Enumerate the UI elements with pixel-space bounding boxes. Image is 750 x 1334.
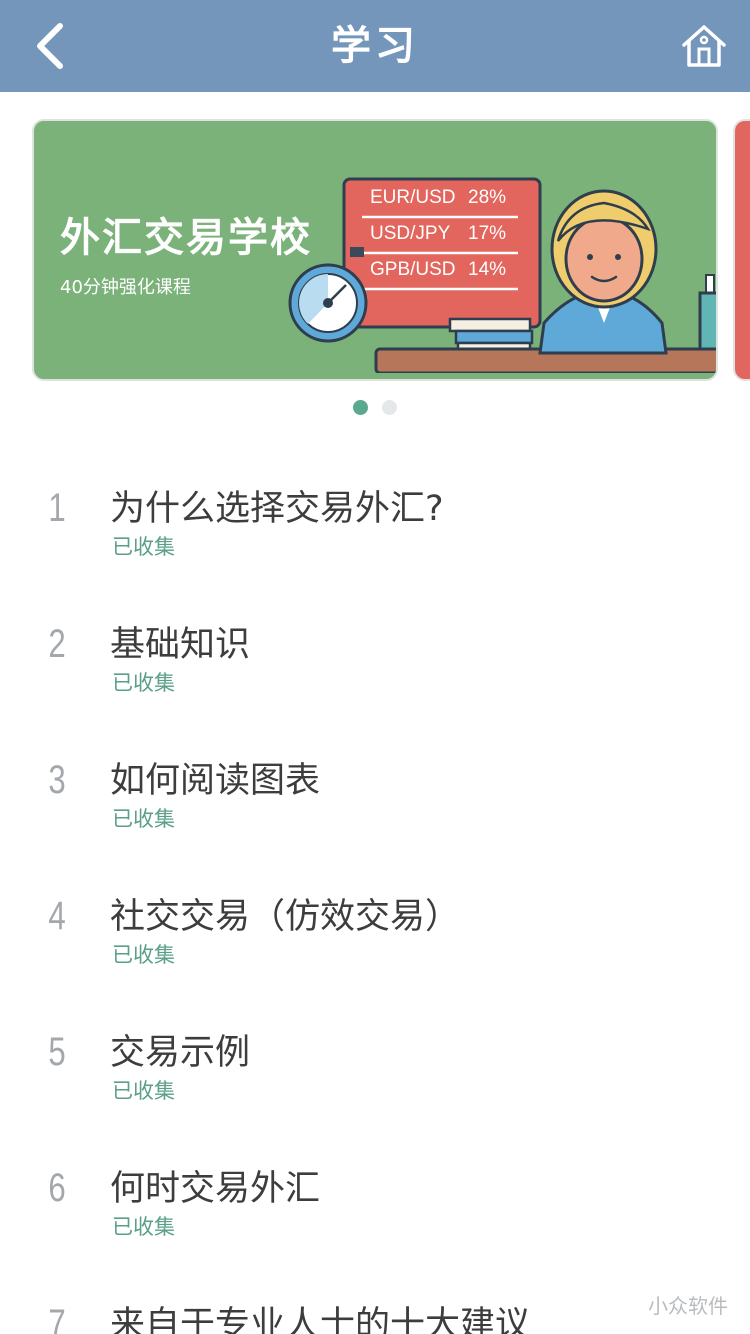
lesson-status: 已收集 bbox=[112, 1215, 175, 1239]
home-button[interactable] bbox=[674, 16, 734, 76]
chevron-left-icon bbox=[37, 23, 63, 69]
rate-pair: GPB/USD bbox=[370, 259, 456, 280]
rate-pair: USD/JPY bbox=[370, 223, 451, 244]
lesson-title: 交易示例 bbox=[110, 1033, 251, 1073]
lesson-item[interactable]: 2 基础知识 已收集 bbox=[0, 572, 750, 708]
lesson-status: 已收集 bbox=[112, 1079, 175, 1103]
lesson-item[interactable]: 1 为什么选择交易外汇? 已收集 bbox=[0, 436, 750, 572]
watermark: 小众软件 bbox=[648, 1294, 728, 1318]
lesson-number: 1 bbox=[48, 486, 66, 530]
lesson-number: 2 bbox=[48, 622, 66, 666]
banner-title: 外汇交易学校 bbox=[60, 215, 312, 261]
lesson-number: 6 bbox=[48, 1166, 66, 1210]
lesson-list: 1 为什么选择交易外汇? 已收集 2 基础知识 已收集 3 如何阅读图表 已收集… bbox=[0, 436, 750, 1334]
banner-subtitle: 40分钟强化课程 bbox=[60, 277, 191, 298]
lesson-item[interactable]: 3 如何阅读图表 已收集 bbox=[0, 708, 750, 844]
lesson-item[interactable]: 4 社交交易（仿效交易） 已收集 bbox=[0, 844, 750, 980]
page-dot[interactable] bbox=[382, 400, 397, 415]
lesson-status: 已收集 bbox=[112, 943, 175, 967]
course-banner[interactable]: 外汇交易学校 40分钟强化课程 EUR/USD 28% USD/JPY 17% … bbox=[32, 119, 718, 381]
carousel-indicator bbox=[0, 400, 750, 416]
banner-carousel[interactable]: 外汇交易学校 40分钟强化课程 EUR/USD 28% USD/JPY 17% … bbox=[0, 92, 750, 432]
trading-teacher-illustration: EUR/USD 28% USD/JPY 17% GPB/USD 14% bbox=[288, 177, 716, 373]
lesson-title: 来自于专业人士的十大建议 bbox=[110, 1305, 531, 1334]
lesson-number: 3 bbox=[48, 758, 66, 802]
next-banner-peek[interactable] bbox=[733, 119, 750, 381]
home-icon bbox=[682, 25, 726, 67]
page-title: 学习 bbox=[331, 23, 419, 69]
lesson-title: 如何阅读图表 bbox=[110, 761, 321, 801]
lesson-number: 5 bbox=[48, 1030, 66, 1074]
teacher-avatar bbox=[538, 189, 668, 355]
lesson-title: 社交交易（仿效交易） bbox=[110, 897, 461, 937]
lesson-title: 为什么选择交易外汇? bbox=[110, 489, 444, 529]
lesson-title: 何时交易外汇 bbox=[110, 1169, 321, 1209]
rate-pair: EUR/USD bbox=[370, 187, 456, 208]
rate-value: 14% bbox=[468, 259, 506, 280]
lesson-number: 4 bbox=[48, 894, 66, 938]
lesson-item[interactable]: 5 交易示例 已收集 bbox=[0, 980, 750, 1116]
rate-value: 28% bbox=[468, 187, 506, 208]
navigation-bar: 学习 bbox=[0, 0, 750, 92]
back-button[interactable] bbox=[22, 16, 78, 76]
lesson-status: 已收集 bbox=[112, 671, 175, 695]
lesson-item[interactable]: 7 来自于专业人士的十大建议 bbox=[0, 1252, 750, 1334]
rate-value: 17% bbox=[468, 223, 506, 244]
lesson-status: 已收集 bbox=[112, 535, 175, 559]
lesson-title: 基础知识 bbox=[110, 625, 251, 665]
page-dot-active[interactable] bbox=[353, 400, 368, 415]
lesson-item[interactable]: 6 何时交易外汇 已收集 bbox=[0, 1116, 750, 1252]
lesson-status: 已收集 bbox=[112, 807, 175, 831]
lesson-number: 7 bbox=[48, 1302, 66, 1334]
